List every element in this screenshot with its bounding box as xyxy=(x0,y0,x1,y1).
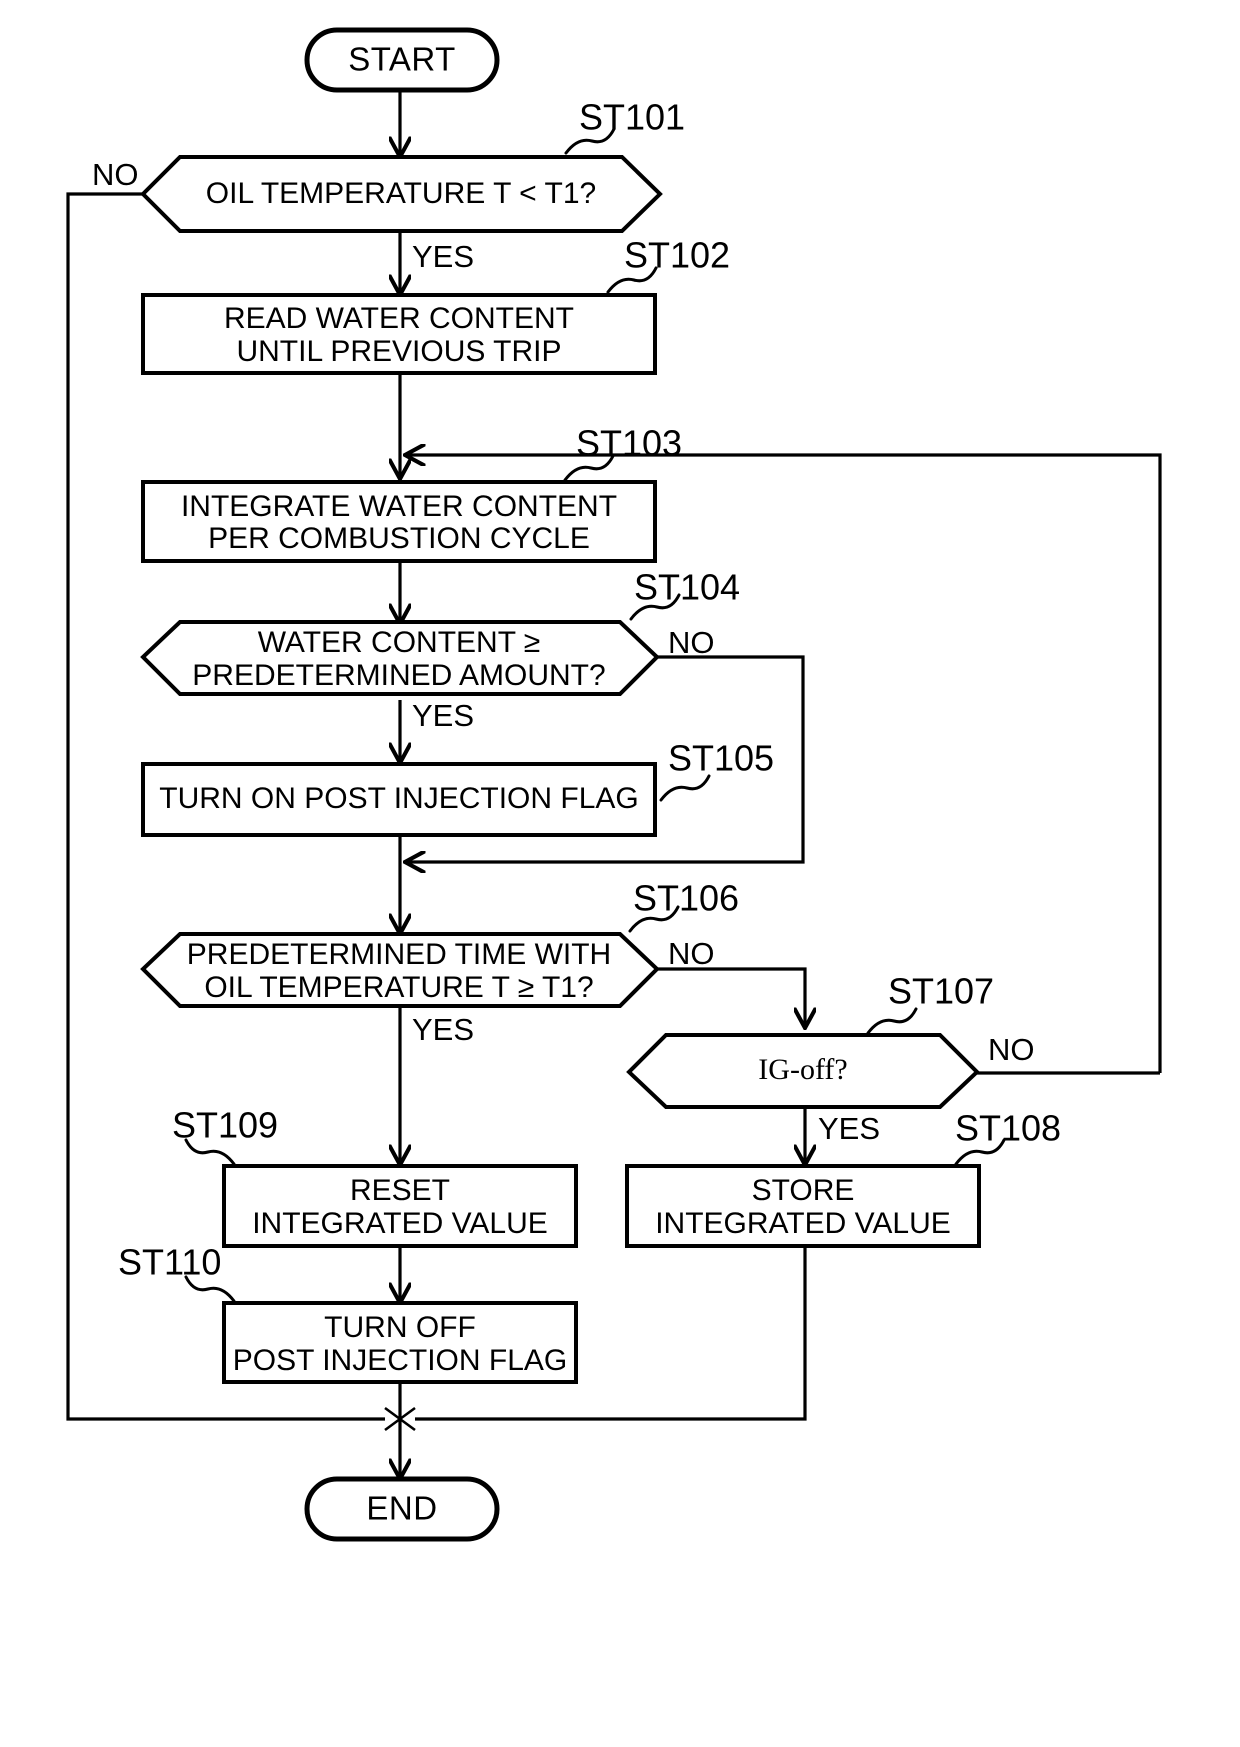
step-label-st108: ST108 xyxy=(955,1108,1061,1149)
process-st103-line1: INTEGRATE WATER CONTENT xyxy=(181,490,617,523)
decision-st106-line1: PREDETERMINED TIME WITH xyxy=(187,938,611,971)
flowchart-canvas: START END OIL TEMPERATURE T < T1? READ W… xyxy=(66,27,1162,1542)
flowchart-page: START END OIL TEMPERATURE T < T1? READ W… xyxy=(0,0,1240,1747)
branch-label-st104-no: NO xyxy=(668,625,715,660)
step-label-st106: ST106 xyxy=(633,878,739,919)
connector-st106-no-to-st107 xyxy=(655,967,805,1027)
leader-st105 xyxy=(659,774,711,802)
process-st109-line1: RESET xyxy=(350,1174,450,1207)
branch-label-st101-no: NO xyxy=(92,157,139,192)
step-label-st107: ST107 xyxy=(888,971,994,1012)
step-label-st104: ST104 xyxy=(634,567,740,608)
terminator-start-label: START xyxy=(348,41,456,78)
process-st108-line1: STORE xyxy=(752,1174,855,1207)
branch-label-st106-no: NO xyxy=(668,936,715,971)
decision-st104-line1: WATER CONTENT ≥ xyxy=(258,626,541,659)
process-st108-line2: INTEGRATED VALUE xyxy=(655,1207,951,1240)
branch-label-st101-yes: YES xyxy=(412,239,474,274)
step-label-st103: ST103 xyxy=(576,423,682,464)
step-label-st110: ST110 xyxy=(118,1242,221,1283)
decision-st106-line2: OIL TEMPERATURE T ≥ T1? xyxy=(204,971,593,1004)
step-label-st102: ST102 xyxy=(624,235,730,276)
process-st102-line2: UNTIL PREVIOUS TRIP xyxy=(236,335,561,368)
leader-st107 xyxy=(866,1007,918,1035)
decision-st107-line1: IG-off? xyxy=(758,1053,847,1086)
process-st110-line1: TURN OFF xyxy=(324,1311,476,1344)
step-label-st101: ST101 xyxy=(579,97,685,138)
process-st105-line1: TURN ON POST INJECTION FLAG xyxy=(159,782,639,815)
branch-label-st106-yes: YES xyxy=(412,1012,474,1047)
decision-st101-line1: OIL TEMPERATURE T < T1? xyxy=(206,177,596,210)
process-st102-line1: READ WATER CONTENT xyxy=(224,302,574,335)
terminator-end-label: END xyxy=(366,1490,437,1527)
branch-label-st107-yes: YES xyxy=(818,1111,880,1146)
step-label-st109: ST109 xyxy=(172,1105,278,1146)
process-st103-line2: PER COMBUSTION CYCLE xyxy=(208,522,590,555)
branch-label-st107-no: NO xyxy=(988,1032,1035,1067)
step-label-st105: ST105 xyxy=(668,738,774,779)
decision-st104-line2: PREDETERMINED AMOUNT? xyxy=(192,659,605,692)
process-st109-line2: INTEGRATED VALUE xyxy=(252,1207,548,1240)
process-st110-line2: POST INJECTION FLAG xyxy=(233,1344,568,1377)
branch-label-st104-yes: YES xyxy=(412,698,474,733)
